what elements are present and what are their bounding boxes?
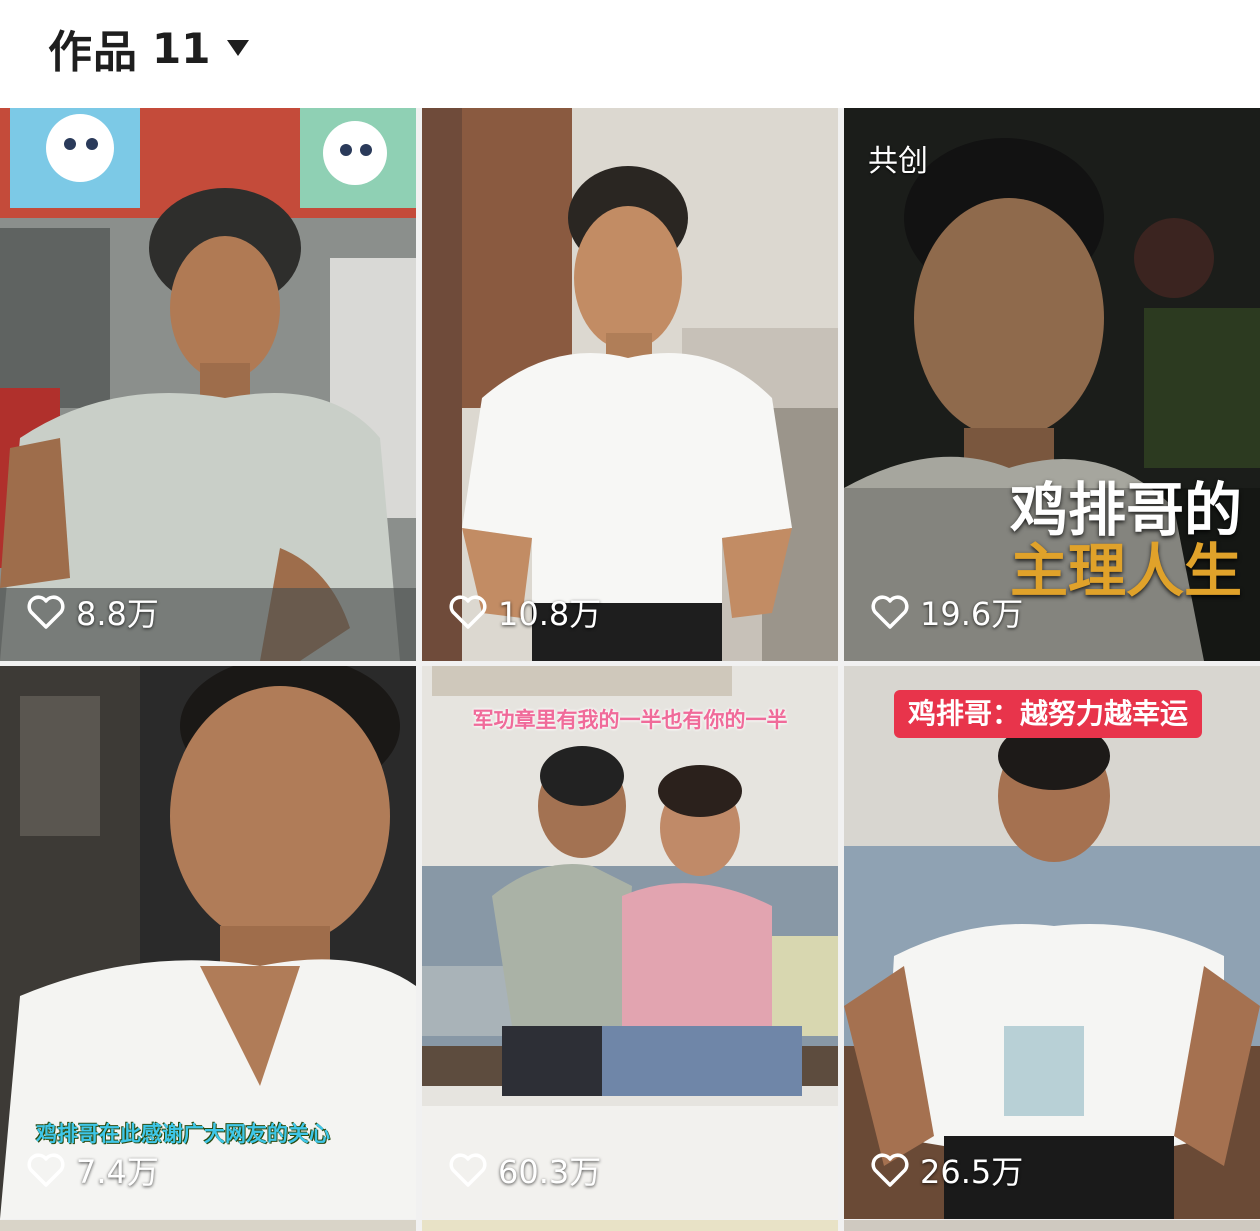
like-count-value: 7.4万 bbox=[76, 1153, 159, 1191]
video-thumbnail-2[interactable]: 10.8万 bbox=[422, 108, 838, 661]
works-tab[interactable]: 作品 11 bbox=[48, 20, 250, 78]
next-row-peek bbox=[0, 1220, 1260, 1231]
like-count: 26.5万 bbox=[870, 1147, 1023, 1193]
video-grid: 8.8万 10.8万 共创 鸡排哥的 主理人生 19.6万 鸡排哥在此感谢广大网… bbox=[0, 108, 1260, 1231]
like-count-value: 60.3万 bbox=[498, 1153, 602, 1191]
heart-outline-icon bbox=[27, 1153, 65, 1187]
heart-outline-icon bbox=[27, 595, 65, 629]
like-count: 7.4万 bbox=[26, 1147, 159, 1193]
profile-tabs-header: 作品 11 bbox=[0, 0, 1260, 100]
heart-outline-icon bbox=[449, 1153, 487, 1187]
video-thumbnail-5[interactable]: 军功章里有我的一半也有你的一半 60.3万 bbox=[422, 666, 838, 1219]
video-cover-title: 鸡排哥的 主理人生 bbox=[912, 480, 1242, 602]
cover-title-line1: 鸡排哥的 bbox=[1009, 476, 1242, 544]
thumbnail-image bbox=[844, 666, 1260, 1219]
like-count-value: 10.8万 bbox=[498, 595, 602, 633]
like-count-value: 19.6万 bbox=[920, 595, 1024, 633]
like-count-value: 8.8万 bbox=[76, 595, 159, 633]
video-cover-caption: 鸡排哥在此感谢广大网友的关心 bbox=[36, 1122, 330, 1146]
like-count: 60.3万 bbox=[448, 1147, 601, 1193]
thumbnail-image bbox=[422, 666, 838, 1219]
thumbnail-image bbox=[0, 108, 416, 661]
video-thumbnail-6[interactable]: 鸡排哥：越努力越幸运 26.5万 bbox=[844, 666, 1260, 1219]
video-thumbnail-3[interactable]: 共创 鸡排哥的 主理人生 19.6万 bbox=[844, 108, 1260, 661]
collab-badge: 共创 bbox=[868, 144, 928, 179]
thumbnail-image bbox=[422, 108, 838, 661]
caret-down-icon[interactable] bbox=[226, 38, 250, 58]
like-count: 8.8万 bbox=[26, 589, 159, 635]
video-cover-banner: 鸡排哥：越努力越幸运 bbox=[894, 690, 1203, 738]
works-tab-label: 作品 bbox=[48, 27, 138, 78]
heart-outline-icon bbox=[871, 1153, 909, 1187]
video-thumbnail-4[interactable]: 鸡排哥在此感谢广大网友的关心 7.4万 bbox=[0, 666, 416, 1219]
heart-outline-icon bbox=[871, 595, 909, 629]
works-count: 11 bbox=[152, 23, 211, 73]
like-count: 10.8万 bbox=[448, 589, 601, 635]
heart-outline-icon bbox=[449, 595, 487, 629]
like-count: 19.6万 bbox=[870, 589, 1023, 635]
like-count-value: 26.5万 bbox=[920, 1153, 1024, 1191]
video-thumbnail-1[interactable]: 8.8万 bbox=[0, 108, 416, 661]
video-cover-caption: 军功章里有我的一半也有你的一半 bbox=[472, 708, 788, 732]
